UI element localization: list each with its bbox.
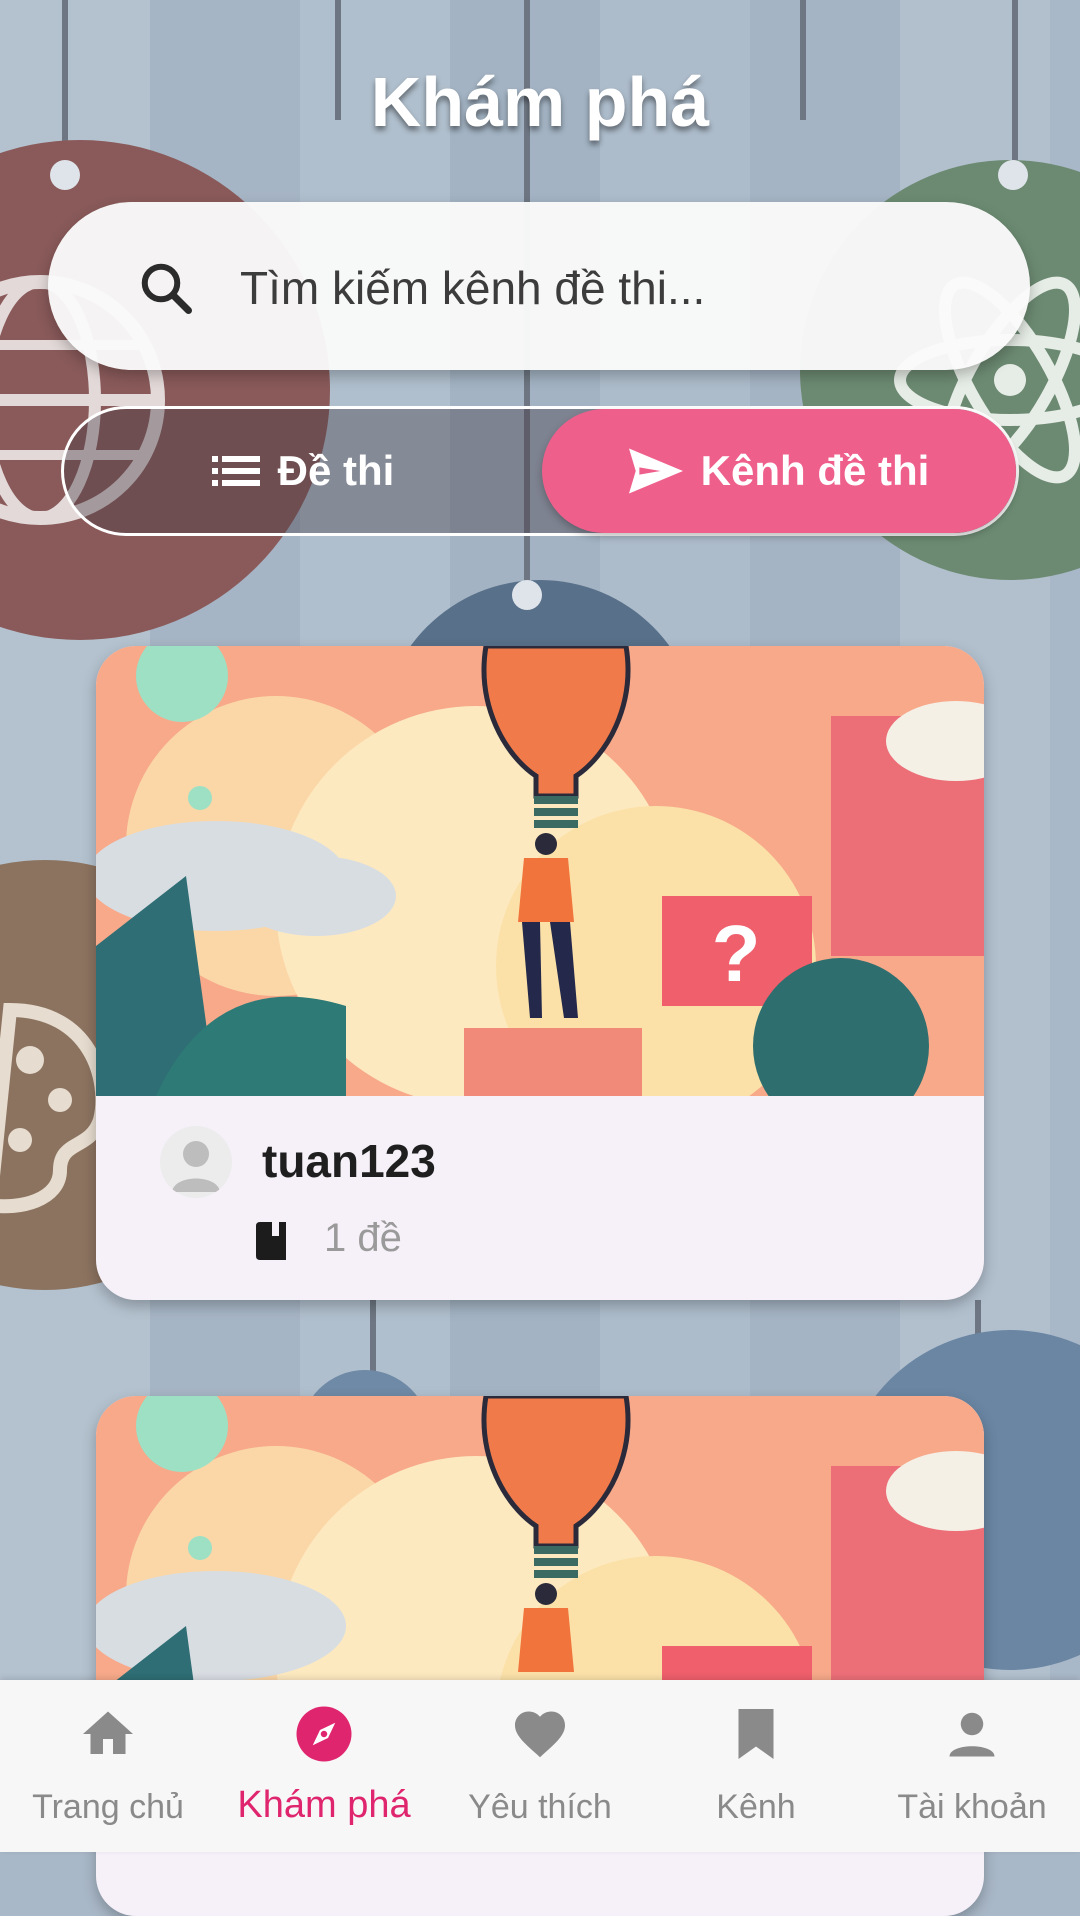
search-input[interactable] bbox=[238, 242, 1002, 334]
nav-item-home[interactable]: Trang chủ bbox=[0, 1680, 216, 1852]
svg-text:?: ? bbox=[712, 909, 761, 998]
nav-item-explore[interactable]: Khám phá bbox=[216, 1680, 432, 1852]
search-icon[interactable] bbox=[136, 258, 196, 318]
home-icon bbox=[83, 1711, 133, 1754]
tab-exam-channels-label: Kênh đề thi bbox=[700, 447, 930, 494]
nav-label: Yêu thích bbox=[468, 1788, 612, 1826]
list-icon bbox=[211, 456, 260, 486]
bottom-navigation: Trang chủ Khám phá Yêu thích Kênh Tài kh… bbox=[0, 1680, 1080, 1852]
channel-cover-image: ? bbox=[96, 646, 984, 1096]
tab-exam-channels[interactable]: Kênh đề thi bbox=[542, 409, 1016, 533]
search-bar[interactable] bbox=[48, 202, 1030, 370]
nav-item-channels[interactable]: Kênh bbox=[648, 1680, 864, 1852]
book-icon bbox=[256, 1222, 286, 1260]
tab-exams[interactable]: Đề thi bbox=[64, 409, 542, 533]
tab-exams-label: Đề thi bbox=[277, 447, 395, 494]
nav-item-favorites[interactable]: Yêu thích bbox=[432, 1680, 648, 1852]
nav-label: Trang chủ bbox=[32, 1788, 184, 1826]
channel-card[interactable]: ? tuan123 1 đề bbox=[96, 646, 984, 1300]
person-icon bbox=[949, 1712, 995, 1757]
nav-label: Khám phá bbox=[237, 1784, 411, 1826]
nav-label: Kênh bbox=[716, 1788, 796, 1826]
person-icon bbox=[172, 1141, 220, 1192]
nav-label: Tài khoản bbox=[897, 1788, 1047, 1826]
heart-icon bbox=[515, 1711, 565, 1758]
compass-icon bbox=[296, 1706, 352, 1762]
nav-item-account[interactable]: Tài khoản bbox=[864, 1680, 1080, 1852]
avatar bbox=[160, 1126, 232, 1198]
view-toggle: Đề thi Kênh đề thi bbox=[61, 406, 1019, 536]
channel-username: tuan123 bbox=[262, 1135, 436, 1187]
bookmark-icon bbox=[738, 1709, 774, 1759]
exam-count: 1 đề bbox=[324, 1216, 402, 1260]
page-title: Khám phá bbox=[370, 63, 710, 141]
send-icon bbox=[628, 448, 683, 494]
